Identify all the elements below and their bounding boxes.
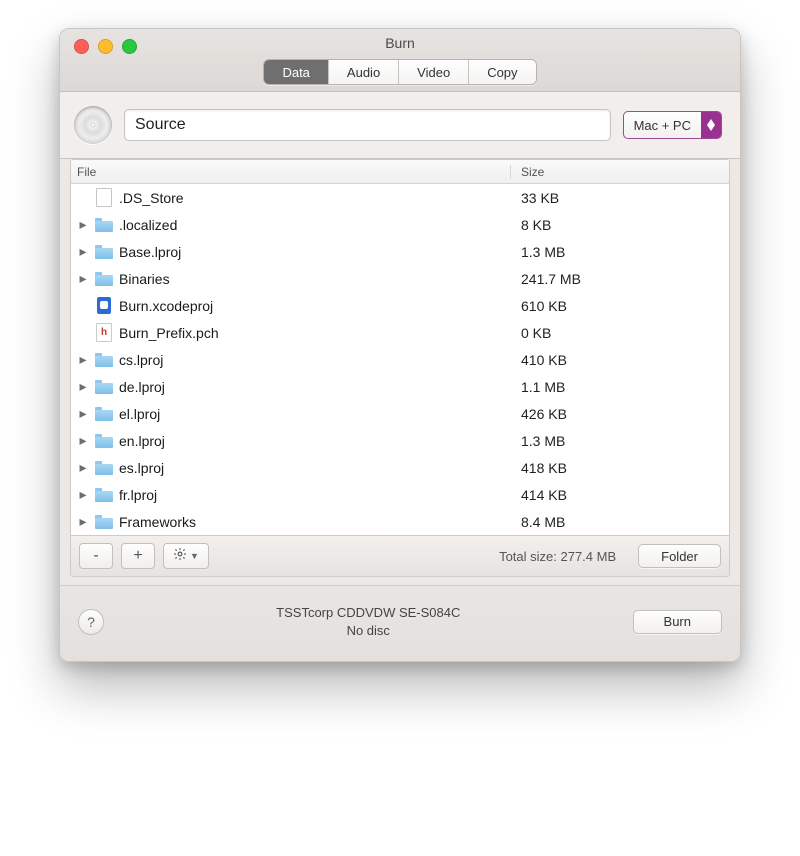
- source-bar: Mac + PC: [60, 92, 740, 159]
- table-row[interactable]: ▸ de.lproj 1.1 MB: [71, 373, 729, 400]
- file-size: 1.3 MB: [511, 244, 729, 260]
- folder-icon: [95, 405, 113, 423]
- tab-copy[interactable]: Copy: [469, 60, 535, 84]
- disc-icon: [74, 106, 112, 144]
- folder-icon: [95, 486, 113, 504]
- file-size: 410 KB: [511, 352, 729, 368]
- file-icon: [95, 189, 113, 207]
- folder-icon: [95, 378, 113, 396]
- file-size: 0 KB: [511, 325, 729, 341]
- window-title: Burn: [60, 35, 740, 51]
- file-list-footer: - + ▼ Total size: 277.4 MB Folder: [70, 536, 730, 577]
- file-name: el.lproj: [119, 406, 160, 422]
- tab-video[interactable]: Video: [399, 60, 469, 84]
- folder-icon: [95, 216, 113, 234]
- table-row[interactable]: ▸ el.lproj 426 KB: [71, 400, 729, 427]
- xcode-project-icon: [95, 297, 113, 315]
- burn-button[interactable]: Burn: [633, 610, 722, 634]
- file-name: Binaries: [119, 271, 170, 287]
- chevron-updown-icon: [701, 112, 721, 138]
- column-header-file[interactable]: File: [71, 165, 511, 179]
- file-name: de.lproj: [119, 379, 165, 395]
- file-size: 610 KB: [511, 298, 729, 314]
- file-list-region: File Size .DS_Store33 KB▸.localized8 KB▸…: [60, 159, 740, 585]
- disclosure-triangle-icon[interactable]: ▸: [77, 432, 89, 449]
- folder-icon: [95, 243, 113, 261]
- help-button[interactable]: ?: [78, 609, 104, 635]
- file-name: fr.lproj: [119, 487, 157, 503]
- table-row[interactable]: ▸ en.lproj 1.3 MB: [71, 427, 729, 454]
- disclosure-triangle-icon[interactable]: ▸: [77, 216, 89, 233]
- titlebar: Burn DataAudioVideoCopy: [60, 29, 740, 92]
- table-row[interactable]: ▸ Frameworks 8.4 MB: [71, 508, 729, 535]
- disclosure-triangle-icon[interactable]: ▸: [77, 270, 89, 287]
- file-name: Base.lproj: [119, 244, 181, 260]
- file-name: cs.lproj: [119, 352, 163, 368]
- file-name: Frameworks: [119, 514, 196, 530]
- folder-icon: [95, 513, 113, 531]
- table-row[interactable]: .DS_Store 33 KB: [71, 184, 729, 211]
- filesystem-format-select[interactable]: Mac + PC: [623, 111, 722, 139]
- file-list-header: File Size: [70, 159, 730, 184]
- file-list-body[interactable]: .DS_Store 33 KB ▸ .localized 8 KB ▸ Base.lproj…: [70, 184, 730, 536]
- file-size: 414 KB: [511, 487, 729, 503]
- folder-icon: [95, 459, 113, 477]
- folder-icon: [95, 432, 113, 450]
- file-size: 418 KB: [511, 460, 729, 476]
- add-item-button[interactable]: +: [121, 543, 155, 569]
- table-row[interactable]: ▸ Binaries 241.7 MB: [71, 265, 729, 292]
- table-row[interactable]: ▸ es.lproj 418 KB: [71, 454, 729, 481]
- total-size-label: Total size: 277.4 MB: [499, 549, 616, 564]
- file-size: 241.7 MB: [511, 271, 729, 287]
- file-size: 1.3 MB: [511, 433, 729, 449]
- disclosure-triangle-icon[interactable]: ▸: [77, 405, 89, 422]
- file-size: 8 KB: [511, 217, 729, 233]
- table-row[interactable]: ▸ fr.lproj 414 KB: [71, 481, 729, 508]
- table-row[interactable]: h Burn_Prefix.pch 0 KB: [71, 319, 729, 346]
- mode-tabs: DataAudioVideoCopy: [60, 59, 740, 85]
- file-size: 426 KB: [511, 406, 729, 422]
- folder-icon: [95, 351, 113, 369]
- file-size: 8.4 MB: [511, 514, 729, 530]
- tab-data[interactable]: Data: [264, 60, 328, 84]
- disclosure-triangle-icon[interactable]: ▸: [77, 378, 89, 395]
- file-name: .DS_Store: [119, 190, 184, 206]
- add-folder-button[interactable]: Folder: [638, 544, 721, 568]
- file-name: Burn_Prefix.pch: [119, 325, 219, 341]
- file-size: 1.1 MB: [511, 379, 729, 395]
- file-name: .localized: [119, 217, 177, 233]
- disclosure-triangle-icon[interactable]: ▸: [77, 243, 89, 260]
- disclosure-triangle-icon[interactable]: ▸: [77, 459, 89, 476]
- disc-name-input[interactable]: [124, 109, 611, 141]
- burn-row: ? TSSTcorp CDDVDW SE-S084C No disc Burn: [60, 585, 740, 661]
- filesystem-format-value: Mac + PC: [624, 118, 701, 133]
- table-row[interactable]: Burn.xcodeproj 610 KB: [71, 292, 729, 319]
- disclosure-triangle-icon[interactable]: ▸: [77, 513, 89, 530]
- header-file-icon: h: [95, 324, 113, 342]
- file-name: es.lproj: [119, 460, 164, 476]
- table-row[interactable]: ▸ .localized 8 KB: [71, 211, 729, 238]
- folder-icon: [95, 270, 113, 288]
- remove-item-button[interactable]: -: [79, 543, 113, 569]
- file-size: 33 KB: [511, 190, 729, 206]
- column-header-size[interactable]: Size: [511, 165, 729, 179]
- tab-audio[interactable]: Audio: [329, 60, 399, 84]
- gear-icon: [173, 547, 187, 566]
- disclosure-triangle-icon[interactable]: ▸: [77, 486, 89, 503]
- drive-name: TSSTcorp CDDVDW SE-S084C: [118, 604, 619, 622]
- burn-window: Burn DataAudioVideoCopy Mac + PC File Si…: [59, 28, 741, 662]
- file-name: en.lproj: [119, 433, 165, 449]
- table-row[interactable]: ▸ cs.lproj 410 KB: [71, 346, 729, 373]
- chevron-down-icon: ▼: [190, 551, 199, 561]
- actions-menu-button[interactable]: ▼: [163, 543, 209, 569]
- disclosure-triangle-icon[interactable]: ▸: [77, 351, 89, 368]
- file-name: Burn.xcodeproj: [119, 298, 213, 314]
- table-row[interactable]: ▸ Base.lproj 1.3 MB: [71, 238, 729, 265]
- drive-disc-status: No disc: [118, 622, 619, 640]
- drive-status: TSSTcorp CDDVDW SE-S084C No disc: [118, 604, 619, 639]
